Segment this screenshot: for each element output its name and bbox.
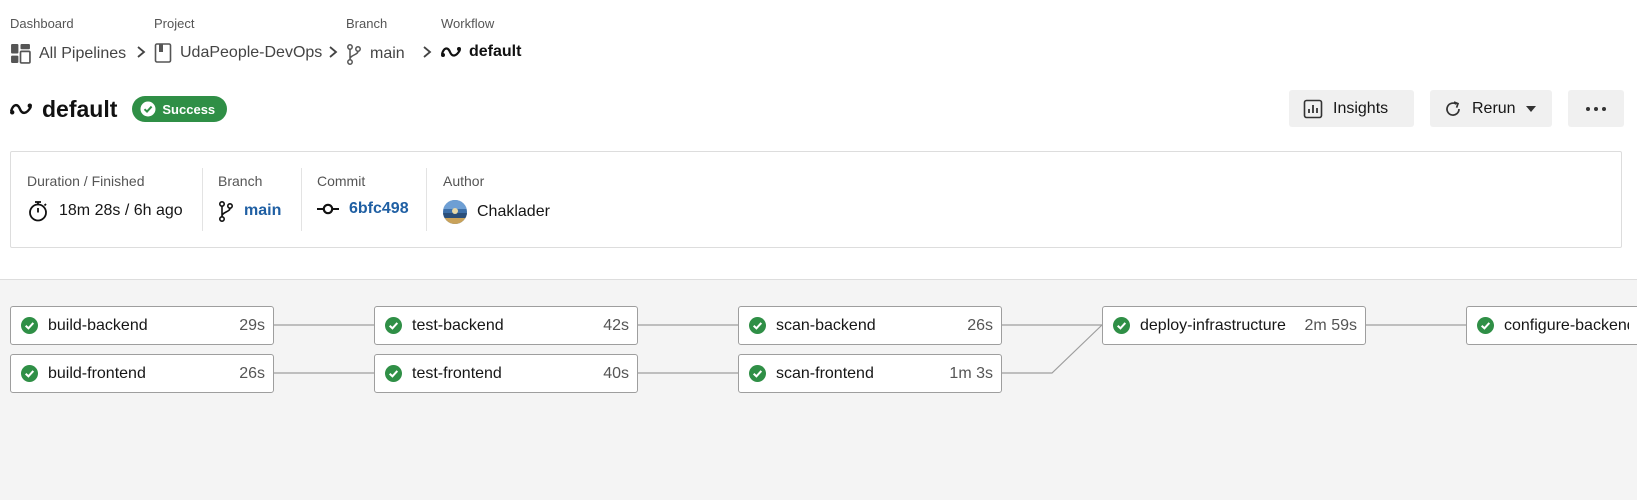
breadcrumb-link-workflow[interactable]: default	[441, 43, 521, 61]
info-value: Chaklader	[443, 200, 550, 224]
workflow-graph: build-backend 29s build-frontend 26s tes…	[0, 279, 1637, 500]
chevron-right-icon	[329, 46, 338, 58]
job-name: scan-backend	[776, 316, 876, 334]
breadcrumb-workflow: Workflow default	[441, 16, 521, 60]
job-card[interactable]: deploy-infrastructure 2m 59s	[1102, 306, 1366, 345]
caret-down-icon	[1525, 105, 1536, 112]
workflow-page: Dashboard All Pipelines Project UdaPeopl…	[0, 0, 1637, 500]
job-name: scan-frontend	[776, 364, 874, 382]
info-value: main	[218, 200, 281, 222]
info-label: Author	[443, 173, 485, 189]
rerun-label: Rerun	[1472, 99, 1516, 117]
info-value: 6bfc498	[317, 200, 409, 218]
insights-label: Insights	[1333, 99, 1389, 117]
breadcrumb-dashboard: Dashboard All Pipelines	[10, 16, 126, 64]
rerun-button[interactable]: Rerun	[1430, 90, 1552, 127]
avatar	[443, 200, 467, 224]
breadcrumb-label: Project	[154, 16, 195, 31]
success-icon	[1113, 317, 1130, 334]
job-card[interactable]: build-frontend 26s	[10, 354, 274, 393]
job-name: deploy-infrastructure	[1140, 316, 1286, 334]
job-card[interactable]: scan-backend 26s	[738, 306, 1002, 345]
breadcrumb-value: default	[469, 43, 522, 60]
repository-icon	[154, 43, 172, 63]
breadcrumb-link-project[interactable]: UdaPeople-DevOps	[154, 43, 322, 63]
job-name: configure-backend-	[1504, 316, 1629, 334]
refresh-icon	[1446, 100, 1460, 116]
git-branch-icon	[218, 200, 234, 222]
job-name: test-backend	[412, 316, 504, 334]
job-duration: 26s	[239, 364, 265, 382]
job-name: build-frontend	[48, 364, 146, 382]
bar-chart-icon	[1303, 99, 1323, 118]
job-duration: 26s	[967, 316, 993, 334]
breadcrumb-value: All Pipelines	[39, 44, 127, 62]
divider	[202, 168, 203, 231]
job-name: build-backend	[48, 316, 148, 334]
job-duration: 2m 59s	[1304, 316, 1357, 334]
header-actions: Insights Rerun	[1289, 90, 1624, 127]
success-icon	[749, 365, 766, 382]
breadcrumb-label: Branch	[346, 16, 388, 31]
author-name: Chaklader	[477, 203, 550, 220]
job-card[interactable]: test-frontend 40s	[374, 354, 638, 393]
breadcrumb-label: Workflow	[441, 16, 495, 31]
info-label: Commit	[317, 173, 366, 189]
ellipsis-icon	[1586, 106, 1606, 111]
workflow-icon	[10, 101, 32, 117]
duration-value: 18m 28s / 6h ago	[59, 202, 183, 219]
status-badge-label: Success	[162, 101, 216, 117]
success-icon	[385, 317, 402, 334]
chevron-right-icon	[423, 46, 432, 58]
workflow-info-card: Duration / Finished 18m 28s / 6h ago Bra…	[10, 151, 1622, 248]
job-duration: 1m 3s	[949, 364, 993, 382]
git-branch-icon	[346, 43, 362, 65]
page-title: default	[42, 95, 118, 122]
success-icon	[21, 365, 38, 382]
job-duration: 29s	[239, 316, 265, 334]
commit-link[interactable]: 6bfc498	[349, 200, 409, 218]
more-options-button[interactable]	[1568, 90, 1624, 127]
breadcrumb-link-all-pipelines[interactable]: All Pipelines	[10, 43, 126, 64]
divider	[426, 168, 427, 231]
job-card[interactable]: test-backend 42s	[374, 306, 638, 345]
success-icon	[1477, 317, 1494, 334]
info-label: Branch	[218, 173, 263, 189]
job-card[interactable]: scan-frontend 1m 3s	[738, 354, 1002, 393]
insights-button[interactable]: Insights	[1289, 90, 1414, 127]
job-name: test-frontend	[412, 364, 502, 382]
breadcrumb-project: Project UdaPeople-DevOps	[154, 16, 322, 63]
job-card[interactable]: configure-backend-	[1466, 306, 1637, 345]
workflow-icon	[441, 45, 461, 59]
branch-link[interactable]: main	[244, 202, 281, 220]
job-duration: 40s	[603, 364, 629, 382]
stopwatch-icon	[29, 201, 47, 222]
success-icon	[749, 317, 766, 334]
breadcrumb-value: main	[370, 45, 405, 62]
dashboard-icon	[10, 43, 31, 64]
success-icon	[21, 317, 38, 334]
breadcrumb-link-branch[interactable]: main	[346, 43, 405, 65]
success-icon	[385, 365, 402, 382]
chevron-right-icon	[137, 46, 146, 58]
breadcrumb-branch: Branch main	[346, 16, 405, 65]
workflow-header: default Success	[10, 92, 228, 126]
job-card[interactable]: build-backend 29s	[10, 306, 274, 345]
info-label: Duration / Finished	[27, 173, 145, 189]
job-duration: 42s	[603, 316, 629, 334]
commit-icon	[317, 203, 339, 215]
check-circle-icon	[140, 101, 156, 117]
status-badge: Success	[132, 96, 228, 122]
breadcrumb-label: Dashboard	[10, 16, 74, 31]
info-value: 18m 28s / 6h ago	[27, 200, 183, 222]
breadcrumb-value: UdaPeople-DevOps	[180, 44, 323, 61]
divider	[301, 168, 302, 231]
